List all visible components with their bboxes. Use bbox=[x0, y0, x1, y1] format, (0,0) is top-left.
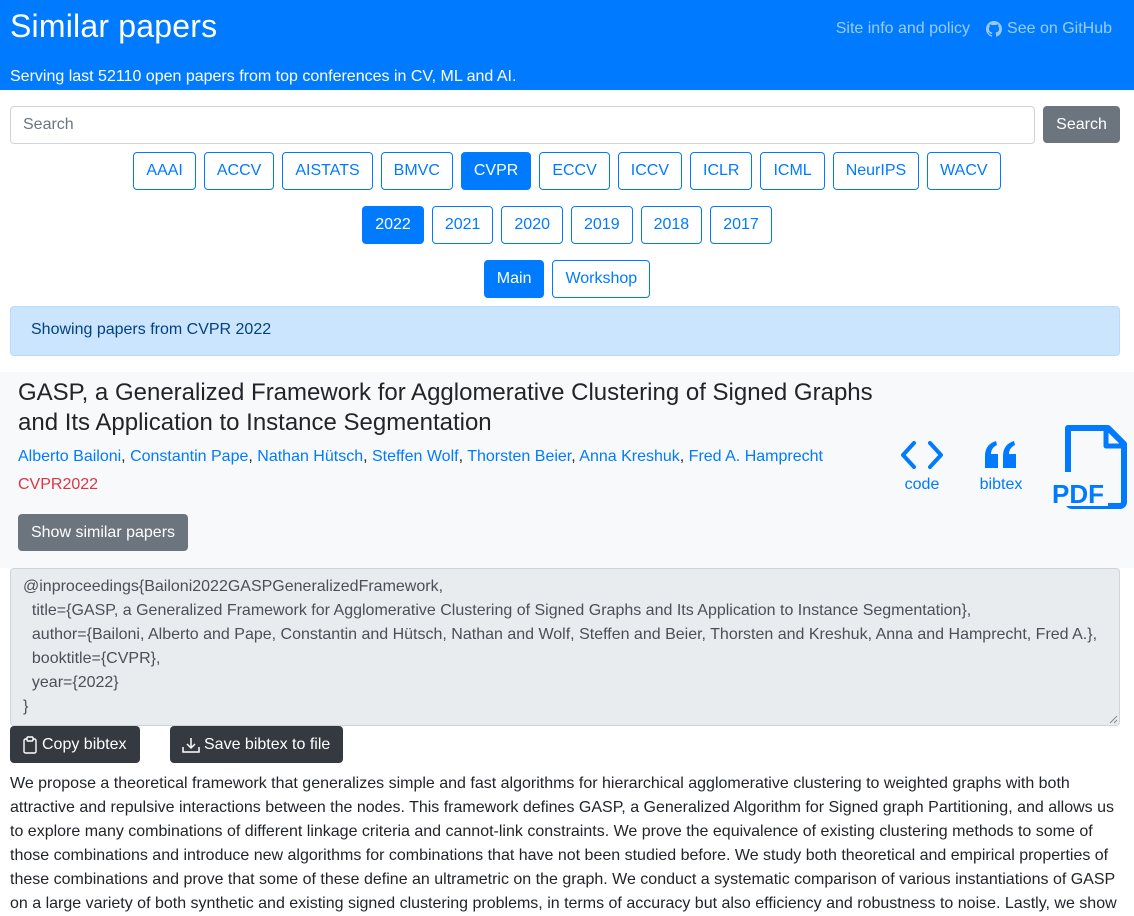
track-button-main[interactable]: Main bbox=[483, 260, 545, 298]
paper-venue: CVPR2022 bbox=[18, 476, 99, 493]
save-bibtex-button[interactable]: Save bibtex to file bbox=[170, 726, 343, 763]
code-label: code bbox=[904, 476, 940, 493]
show-similar-button[interactable]: Show similar papers bbox=[18, 514, 188, 551]
year-button-2021[interactable]: 2021 bbox=[431, 206, 494, 244]
author-separator: , bbox=[458, 448, 468, 465]
conference-button-aaai[interactable]: AAAI bbox=[133, 152, 196, 190]
conference-button-accv[interactable]: ACCV bbox=[203, 152, 275, 190]
year-button-2017[interactable]: 2017 bbox=[710, 206, 772, 244]
conference-button-icml[interactable]: ICML bbox=[760, 152, 825, 190]
author-link[interactable]: Anna Kreshuk bbox=[579, 448, 680, 465]
author-separator: , bbox=[363, 448, 372, 465]
year-filter: 2022 2021 2020 2019 2018 2017 bbox=[0, 206, 1134, 244]
track-button-workshop[interactable]: Workshop bbox=[552, 260, 651, 298]
site-info-link[interactable]: Site info and policy bbox=[836, 20, 970, 38]
site-header: Similar papers Serving last 52110 open p… bbox=[0, 0, 1134, 90]
code-link[interactable]: code bbox=[898, 438, 946, 494]
bibtex-textarea[interactable]: @inproceedings{Bailoni2022GASPGeneralize… bbox=[10, 568, 1120, 726]
code-icon bbox=[901, 441, 943, 469]
author-link[interactable]: Fred A. Hamprecht bbox=[689, 448, 823, 465]
year-button-2020[interactable]: 2020 bbox=[501, 206, 563, 244]
search-bar: Search bbox=[10, 106, 1120, 144]
github-icon bbox=[986, 21, 1003, 37]
year-button-2018[interactable]: 2018 bbox=[640, 206, 703, 244]
copy-bibtex-label: Copy bibtex bbox=[42, 735, 127, 753]
author-link[interactable]: Nathan Hütsch bbox=[257, 448, 363, 465]
conference-button-aistats[interactable]: AISTATS bbox=[282, 152, 373, 190]
author-separator: , bbox=[248, 448, 258, 465]
conference-button-bmvc[interactable]: BMVC bbox=[380, 152, 453, 190]
conference-filter: AAAI ACCV AISTATS BMVC CVPR ECCV ICCV ICLR ICML N… bbox=[0, 152, 1134, 190]
conference-button-iccv[interactable]: ICCV bbox=[617, 152, 683, 190]
conference-button-neurips[interactable]: NeurIPS bbox=[832, 152, 920, 190]
github-link-label: See on GitHub bbox=[1007, 20, 1112, 37]
author-separator: , bbox=[121, 448, 131, 465]
clipboard-icon bbox=[23, 735, 37, 754]
info-alert: Showing papers from CVPR 2022 bbox=[10, 306, 1120, 356]
site-title[interactable]: Similar papers bbox=[10, 8, 217, 45]
author-separator: , bbox=[679, 448, 689, 465]
author-link[interactable]: Alberto Bailoni bbox=[18, 448, 121, 465]
paper-abstract: We propose a theoretical framework that … bbox=[10, 775, 1117, 912]
save-bibtex-label: Save bibtex to file bbox=[204, 735, 331, 753]
paper-title: GASP, a Generalized Framework for Agglom… bbox=[18, 379, 873, 436]
pdf-file-icon: PDF bbox=[1052, 425, 1127, 509]
search-button[interactable]: Search bbox=[1043, 106, 1120, 143]
github-link[interactable]: See on GitHub bbox=[986, 20, 1112, 38]
year-button-2019[interactable]: 2019 bbox=[571, 206, 633, 244]
download-icon bbox=[182, 737, 200, 753]
year-button-2022[interactable]: 2022 bbox=[362, 206, 424, 244]
conference-button-cvpr[interactable]: CVPR bbox=[460, 152, 532, 190]
conference-button-wacv[interactable]: WACV bbox=[927, 152, 1001, 190]
pdf-link[interactable]: PDF bbox=[1052, 424, 1130, 510]
author-link[interactable]: Constantin Pape bbox=[130, 448, 248, 465]
track-filter: Main Workshop bbox=[0, 260, 1134, 298]
quote-icon bbox=[985, 441, 1016, 468]
paper-card: GASP, a Generalized Framework for Agglom… bbox=[0, 372, 1134, 568]
resize-grip-icon[interactable] bbox=[1108, 714, 1118, 724]
site-subtitle: Serving last 52110 open papers from top … bbox=[10, 68, 517, 85]
conference-button-iclr[interactable]: ICLR bbox=[690, 152, 753, 190]
header-nav: Site info and policy See on GitHub bbox=[836, 20, 1112, 38]
author-link[interactable]: Steffen Wolf bbox=[372, 448, 459, 465]
bibtex-link[interactable]: bibtex bbox=[976, 438, 1026, 494]
pdf-icon-text: PDF bbox=[1052, 479, 1104, 509]
author-link[interactable]: Thorsten Beier bbox=[467, 448, 571, 465]
paper-authors: Alberto Bailoni, Constantin Pape, Nathan… bbox=[18, 448, 823, 466]
conference-button-eccv[interactable]: ECCV bbox=[539, 152, 610, 190]
bibtex-label: bibtex bbox=[979, 476, 1023, 493]
copy-bibtex-button[interactable]: Copy bibtex bbox=[10, 726, 140, 763]
search-input[interactable] bbox=[10, 106, 1035, 144]
